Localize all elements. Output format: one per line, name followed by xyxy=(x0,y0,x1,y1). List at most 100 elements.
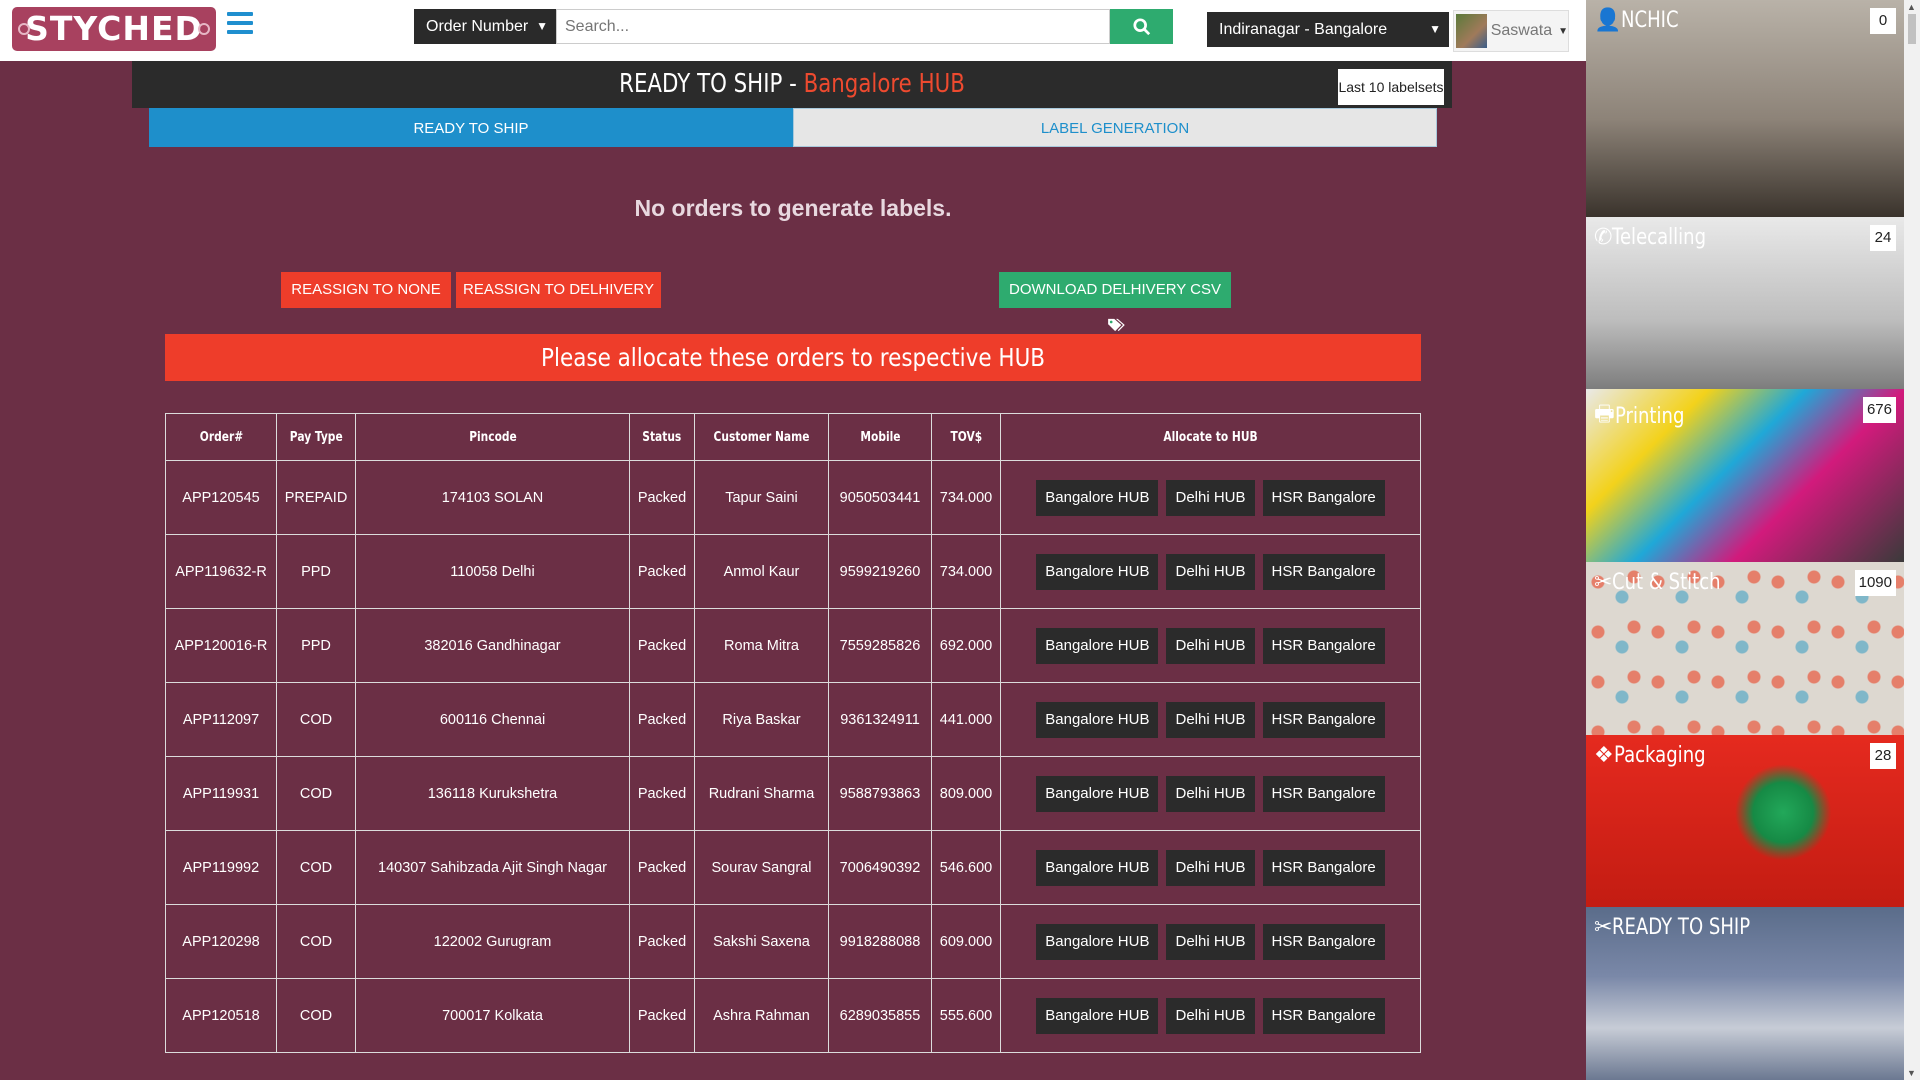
pincode-cell: 382016 Gandhinagar xyxy=(355,608,630,683)
column-header: TOV$ xyxy=(931,413,1001,461)
order-number-cell: APP120545 xyxy=(165,460,277,535)
phone-icon: ✆ xyxy=(1594,225,1613,250)
allocate-hub-button[interactable]: Delhi HUB xyxy=(1166,701,1255,738)
tab-ready-to-ship[interactable]: READY TO SHIP xyxy=(149,108,793,147)
last-labelsets-button[interactable]: Last 10 labelsets xyxy=(1338,69,1444,105)
caret-down-icon: ▼ xyxy=(1558,25,1568,37)
allocate-hub-button[interactable]: Delhi HUB xyxy=(1166,849,1255,886)
mobile-cell: 9918288088 xyxy=(828,904,932,979)
sidebar-tile-printing[interactable]: 🖶 Printing 676 xyxy=(1586,389,1904,562)
menu-icon[interactable] xyxy=(227,12,253,34)
allocate-hub-button[interactable]: Bangalore HUB xyxy=(1036,997,1159,1034)
allocate-hub-button[interactable]: Bangalore HUB xyxy=(1036,775,1159,812)
customer-name-cell: Sakshi Saxena xyxy=(694,904,829,979)
search-input[interactable] xyxy=(556,9,1110,44)
top-bar: STYCHED Order Number ▼ Indiranagar - Ban… xyxy=(0,0,1586,61)
order-number-cell: APP120298 xyxy=(165,904,277,979)
tile-title: ✂ Cut & Stitch xyxy=(1594,570,1722,595)
pay-type-cell: COD xyxy=(276,682,356,757)
allocate-hub-button[interactable]: HSR Bangalore xyxy=(1262,849,1385,886)
column-header: Status xyxy=(629,413,695,461)
allocate-hub-button[interactable]: Delhi HUB xyxy=(1166,923,1255,960)
mobile-cell: 9588793863 xyxy=(828,756,932,831)
allocate-hub-button[interactable]: Bangalore HUB xyxy=(1036,553,1159,590)
brand-logo[interactable]: STYCHED xyxy=(12,7,216,51)
allocate-hub-button[interactable]: Delhi HUB xyxy=(1166,997,1255,1034)
status-cell: Packed xyxy=(629,682,695,757)
allocate-hub-button[interactable]: Delhi HUB xyxy=(1166,775,1255,812)
table-row: APP119632-R PPD 110058 Delhi Packed Anmol Ka… xyxy=(165,534,1421,609)
allocate-hub-button[interactable]: HSR Bangalore xyxy=(1262,997,1385,1034)
column-header: Order# xyxy=(165,413,277,461)
pincode-cell: 122002 Gurugram xyxy=(355,904,630,979)
tab-label-generation[interactable]: LABEL GENERATION xyxy=(793,108,1437,147)
allocate-hub-button[interactable]: HSR Bangalore xyxy=(1262,775,1385,812)
allocate-hub-cell: Bangalore HUB Delhi HUB HSR Bangalore xyxy=(1000,904,1421,979)
order-number-cell: APP112097 xyxy=(165,682,277,757)
scroll-up-icon[interactable]: ▲ xyxy=(1907,2,1916,12)
scroll-down-icon[interactable]: ▼ xyxy=(1907,1068,1916,1078)
table-row: APP120298 COD 122002 Gurugram Packed Sakshi … xyxy=(165,904,1421,979)
tags-icon xyxy=(1108,318,1125,332)
allocate-hub-button[interactable]: Bangalore HUB xyxy=(1036,701,1159,738)
chevron-down-icon: ▼ xyxy=(536,19,548,33)
allocate-hub-button[interactable]: HSR Bangalore xyxy=(1262,479,1385,516)
department-sidebar: 👤 NCHIC 0 ✆ Telecalling 24 🖶 Printing 676 ✂… xyxy=(1586,0,1904,1080)
location-select[interactable]: Indiranagar - Bangalore ▼ xyxy=(1207,12,1449,47)
allocate-hub-button[interactable]: Delhi HUB xyxy=(1166,627,1255,664)
pay-type-cell: COD xyxy=(276,978,356,1053)
allocate-hub-button[interactable]: Bangalore HUB xyxy=(1036,923,1159,960)
table-row: APP120545 PREPAID 174103 SOLAN Packed Tapur … xyxy=(165,460,1421,535)
allocate-hub-button[interactable]: Delhi HUB xyxy=(1166,479,1255,516)
search-button[interactable] xyxy=(1110,9,1173,44)
user-icon: 👤 xyxy=(1594,8,1622,33)
search-type-select[interactable]: Order Number ▼ xyxy=(414,9,556,44)
status-cell: Packed xyxy=(629,830,695,905)
pay-type-cell: PPD xyxy=(276,534,356,609)
pincode-cell: 110058 Delhi xyxy=(355,534,630,609)
tile-count: 1090 xyxy=(1854,570,1896,596)
allocate-hub-button[interactable]: Bangalore HUB xyxy=(1036,627,1159,664)
pincode-cell: 136118 Kurukshetra xyxy=(355,756,630,831)
sidebar-tile-nchic[interactable]: 👤 NCHIC 0 xyxy=(1586,0,1904,217)
allocate-hub-button[interactable]: HSR Bangalore xyxy=(1262,553,1385,590)
mobile-cell: 9050503441 xyxy=(828,460,932,535)
pay-type-cell: PPD xyxy=(276,608,356,683)
allocate-hub-button[interactable]: Bangalore HUB xyxy=(1036,849,1159,886)
sidebar-tile-telecalling[interactable]: ✆ Telecalling 24 xyxy=(1586,217,1904,389)
logo-button-icon xyxy=(18,23,30,35)
allocate-hub-cell: Bangalore HUB Delhi HUB HSR Bangalore xyxy=(1000,756,1421,831)
download-csv-label: DOWNLOAD DELHIVERY CSV xyxy=(1009,281,1221,298)
allocate-hub-button[interactable]: HSR Bangalore xyxy=(1262,701,1385,738)
sidebar-tile-cut-stitch[interactable]: ✂ Cut & Stitch 1090 xyxy=(1586,562,1904,735)
reassign-none-button[interactable]: REASSIGN TO NONE xyxy=(281,272,451,308)
tile-title: 🖶 Printing xyxy=(1594,397,1699,435)
sidebar-tile-packaging[interactable]: ❖ Packaging 28 xyxy=(1586,735,1904,907)
tile-count: 0 xyxy=(1870,8,1896,34)
column-header: Allocate to HUB xyxy=(1000,413,1421,461)
table-row: APP120016-R PPD 382016 Gandhinagar Packed Ro… xyxy=(165,608,1421,683)
tov-cell: 441.000 xyxy=(931,682,1001,757)
allocate-hub-cell: Bangalore HUB Delhi HUB HSR Bangalore xyxy=(1000,682,1421,757)
allocate-hub-button[interactable]: HSR Bangalore xyxy=(1262,923,1385,960)
user-menu[interactable]: Saswata ▼ xyxy=(1453,10,1569,52)
search-icon xyxy=(1132,17,1150,35)
reassign-delhivery-button[interactable]: REASSIGN TO DELHIVERY xyxy=(456,272,661,308)
tov-cell: 555.600 xyxy=(931,978,1001,1053)
allocate-hub-button[interactable]: Bangalore HUB xyxy=(1036,479,1159,516)
customer-name-cell: Roma Mitra xyxy=(694,608,829,683)
pincode-cell: 140307 Sahibzada Ajit Singh Nagar xyxy=(355,830,630,905)
allocate-hub-button[interactable]: Delhi HUB xyxy=(1166,553,1255,590)
mobile-cell: 9361324911 xyxy=(828,682,932,757)
download-csv-button[interactable]: DOWNLOAD DELHIVERY CSV xyxy=(999,272,1231,332)
tile-title: 👤 NCHIC xyxy=(1594,8,1679,33)
allocate-hub-button[interactable]: HSR Bangalore xyxy=(1262,627,1385,664)
tile-count: 24 xyxy=(1870,225,1896,251)
pay-type-cell: COD xyxy=(276,904,356,979)
tov-cell: 546.600 xyxy=(931,830,1001,905)
search-type-value: Order Number xyxy=(426,18,529,35)
scrollbar[interactable]: ▲ ▼ xyxy=(1904,0,1920,1080)
sidebar-tile-ready-to-ship[interactable]: ✂ READY TO SHIP xyxy=(1586,907,1904,1080)
scroll-thumb[interactable] xyxy=(1908,14,1916,44)
mobile-cell: 7559285826 xyxy=(828,608,932,683)
